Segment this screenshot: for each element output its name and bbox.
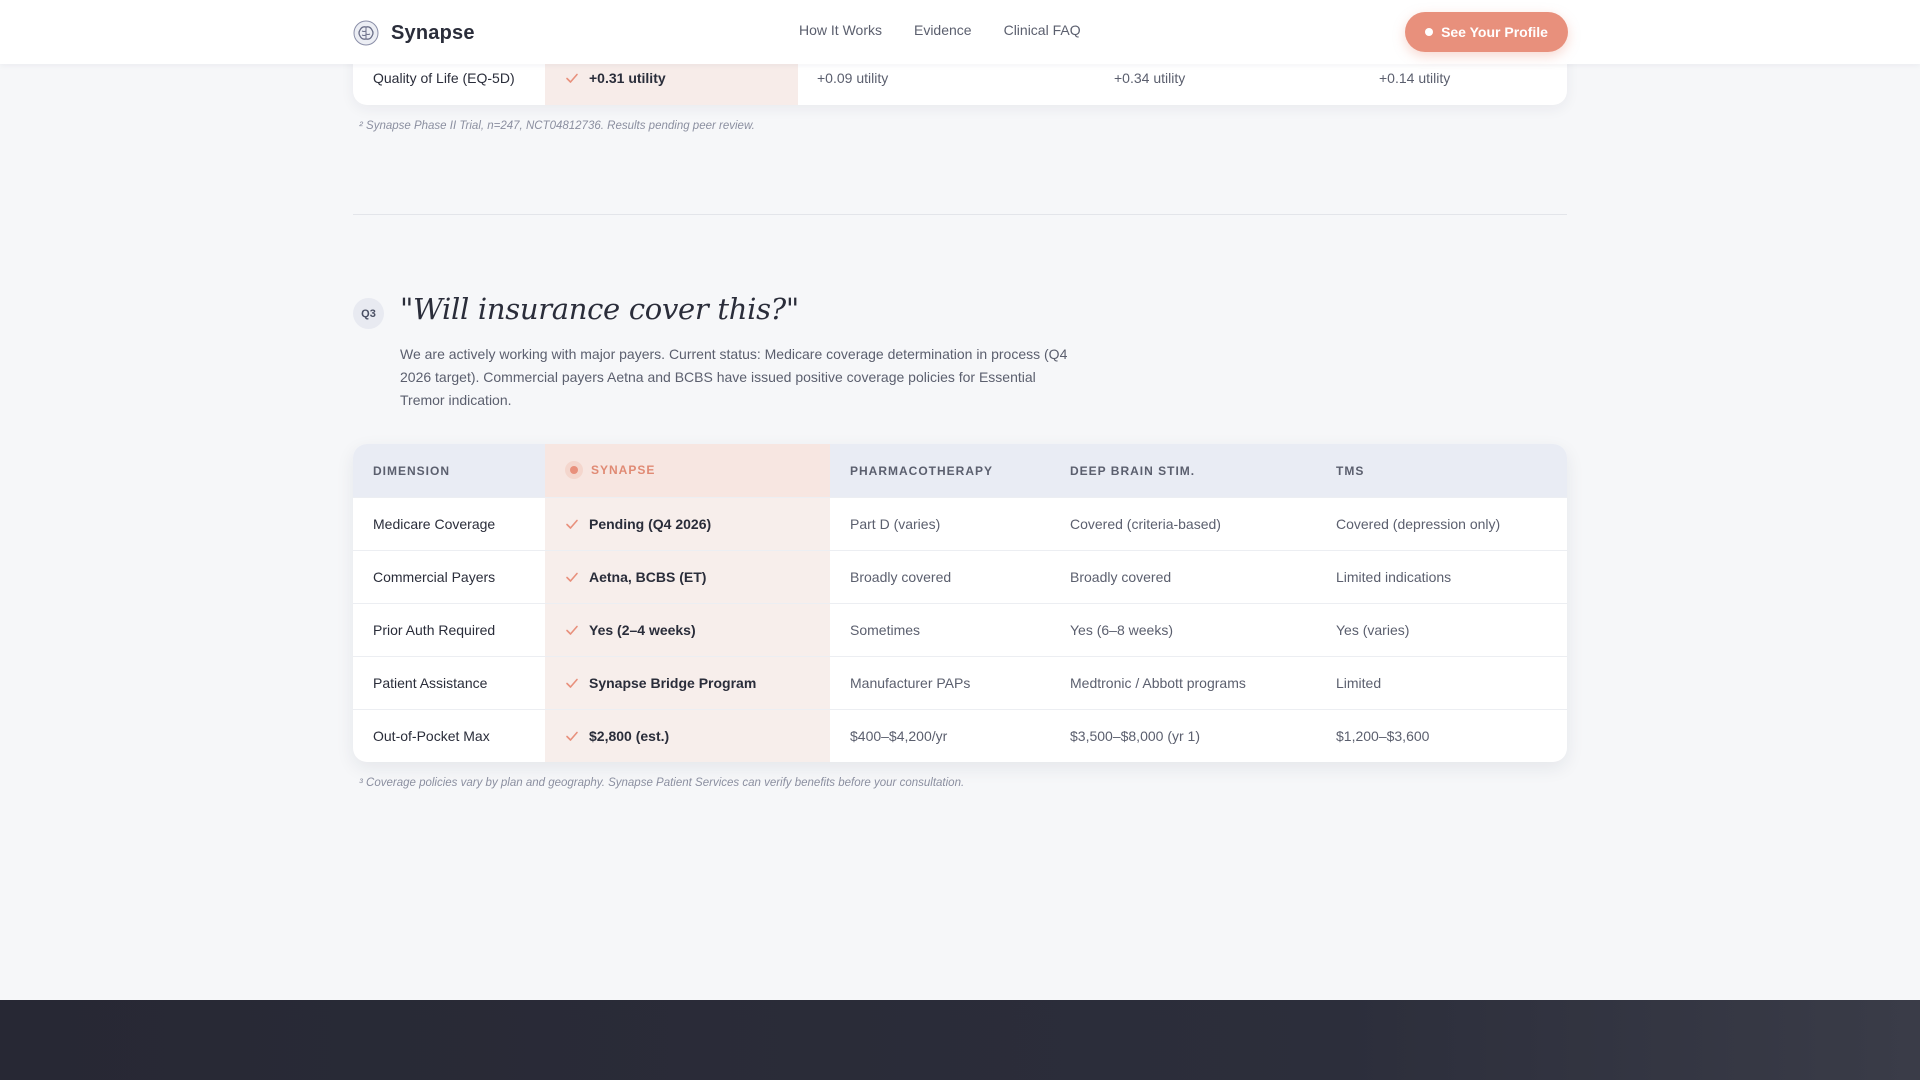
table-row: Patient Assistance Synapse Bridge Progra…	[353, 656, 1567, 709]
cell-dbs: Broadly covered	[1070, 569, 1172, 585]
footnote-coverage: ³ Coverage policies vary by plan and geo…	[359, 777, 965, 789]
cell-dimension: Patient Assistance	[373, 675, 488, 691]
cell-dbs: $3,500–$8,000 (yr 1)	[1070, 728, 1200, 744]
section-divider	[353, 214, 1567, 215]
cell-pharmacotherapy: Manufacturer PAPs	[850, 675, 971, 691]
cell-pharmacotherapy: +0.09 utility	[817, 70, 889, 86]
table-row: Prior Auth Required Yes (2–4 weeks) Some…	[353, 603, 1567, 656]
top-navbar: Synapse How It Works Evidence Clinical F…	[0, 0, 1920, 64]
cell-synapse: Synapse Bridge Program	[565, 675, 756, 691]
brand[interactable]: Synapse	[353, 19, 475, 47]
cell-synapse: Aetna, BCBS (ET)	[565, 569, 706, 585]
brain-logo-icon	[353, 20, 379, 46]
header-tms: TMS	[1336, 464, 1365, 478]
cell-synapse-value: Pending (Q4 2026)	[589, 516, 712, 532]
table-row: Medicare Coverage Pending (Q4 2026) Part…	[353, 497, 1567, 550]
cell-dbs: Medtronic / Abbott programs	[1070, 675, 1246, 691]
table-row: Quality of Life (EQ-5D) +0.31 utility +0…	[353, 70, 1567, 88]
nav-links: How It Works Evidence Clinical FAQ	[799, 22, 1081, 38]
question-title: "Will insurance cover this?"	[400, 292, 799, 326]
check-icon	[566, 731, 578, 741]
cell-pharmacotherapy: Broadly covered	[850, 569, 952, 585]
cell-dimension: Commercial Payers	[373, 569, 496, 585]
brand-name: Synapse	[391, 21, 475, 44]
check-icon	[566, 73, 578, 83]
table-row: Commercial Payers Aetna, BCBS (ET) Broad…	[353, 550, 1567, 603]
cell-synapse: Pending (Q4 2026)	[565, 516, 711, 532]
header-synapse-label: SYNAPSE	[591, 463, 656, 477]
cell-synapse: +0.31 utility	[565, 70, 666, 86]
cell-synapse: Yes (2–4 weeks)	[565, 622, 696, 638]
cell-dimension: Medicare Coverage	[373, 516, 496, 532]
cell-synapse-value: $2,800 (est.)	[589, 728, 670, 744]
cell-pharmacotherapy: Part D (varies)	[850, 516, 941, 532]
cell-dimension: Prior Auth Required	[373, 622, 496, 638]
see-your-profile-button[interactable]: See Your Profile	[1405, 12, 1568, 52]
insurance-comparison-table: DIMENSION SYNAPSE PHARMACOTHERAPY DEEP B…	[353, 444, 1567, 762]
synapse-dot-icon	[565, 461, 583, 479]
cell-dimension: Out-of-Pocket Max	[373, 728, 490, 744]
cell-dbs: Yes (6–8 weeks)	[1070, 622, 1173, 638]
cell-dimension: Quality of Life (EQ-5D)	[373, 70, 515, 86]
table-row: Out-of-Pocket Max $2,800 (est.) $400–$4,…	[353, 709, 1567, 762]
header-dimension: DIMENSION	[373, 464, 451, 478]
nav-link-how-it-works[interactable]: How It Works	[799, 22, 882, 38]
check-icon	[566, 678, 578, 688]
cell-tms: Limited indications	[1336, 569, 1452, 585]
cta-label: See Your Profile	[1441, 24, 1548, 40]
footnote-trial: ² Synapse Phase II Trial, n=247, NCT0481…	[359, 120, 755, 132]
nav-link-clinical-faq[interactable]: Clinical FAQ	[1004, 22, 1081, 38]
check-icon	[566, 519, 578, 529]
header-pharmacotherapy: PHARMACOTHERAPY	[850, 464, 994, 478]
cell-synapse-value: Synapse Bridge Program	[589, 675, 757, 691]
dot-icon	[1425, 28, 1434, 36]
cell-dbs: Covered (criteria-based)	[1070, 516, 1221, 532]
cell-synapse-value: Aetna, BCBS (ET)	[589, 569, 707, 585]
nav-link-evidence[interactable]: Evidence	[914, 22, 972, 38]
cell-tms: +0.14 utility	[1379, 70, 1451, 86]
header-deep-brain-stim: DEEP BRAIN STIM.	[1070, 464, 1196, 478]
check-icon	[566, 625, 578, 635]
cell-pharmacotherapy: $400–$4,200/yr	[850, 728, 948, 744]
cell-synapse-value: +0.31 utility	[589, 70, 666, 86]
cell-tms: Covered (depression only)	[1336, 516, 1501, 532]
cell-tms: Limited	[1336, 675, 1382, 691]
check-icon	[566, 572, 578, 582]
cell-tms: $1,200–$3,600	[1336, 728, 1430, 744]
question-answer: We are actively working with major payer…	[400, 346, 1068, 408]
header-synapse: SYNAPSE	[565, 461, 655, 479]
cell-tms: Yes (varies)	[1336, 622, 1410, 638]
cell-synapse: $2,800 (est.)	[565, 728, 669, 744]
question-badge: Q3	[353, 298, 384, 329]
cell-synapse-value: Yes (2–4 weeks)	[589, 622, 696, 638]
page-footer	[0, 1000, 1920, 1080]
cell-dbs: +0.34 utility	[1114, 70, 1186, 86]
cell-pharmacotherapy: Sometimes	[850, 622, 921, 638]
